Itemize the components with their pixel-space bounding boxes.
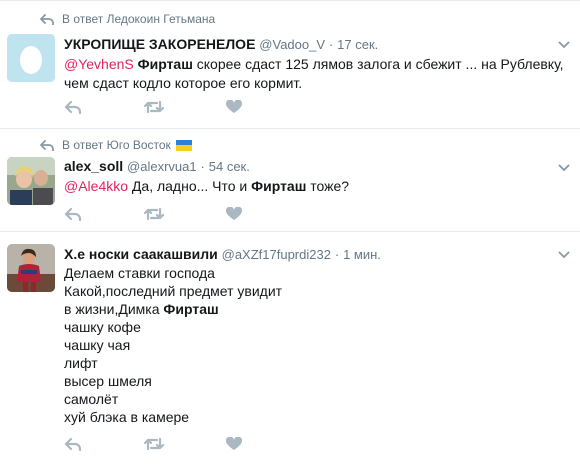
- tweet-actions: [64, 207, 242, 221]
- user-handle[interactable]: @Vadoo_V: [259, 37, 325, 52]
- like-icon[interactable]: [226, 207, 242, 221]
- tweet-line: @Ale4kko Да, ладно... Что и Фирташ тоже?: [64, 177, 564, 196]
- reply-icon[interactable]: [64, 207, 82, 221]
- keyword: Фирташ: [163, 301, 219, 317]
- tweet-line: чашку чая: [64, 337, 131, 353]
- user-handle[interactable]: @alexrvua1: [127, 159, 197, 174]
- retweet-icon[interactable]: [144, 100, 164, 114]
- tweet-line: @YevhenS Фирташ скорее сдаст 125 лямов з…: [64, 55, 564, 74]
- tweet-line: хуй блэка в камере: [64, 409, 190, 425]
- chevron-down-icon[interactable]: [558, 164, 570, 172]
- chevron-down-icon[interactable]: [558, 251, 570, 259]
- tweet-text: @YevhenS Фирташ скорее сдаст 125 лямов з…: [64, 55, 564, 93]
- reply-context-text: В ответ Юго Восток: [62, 138, 171, 152]
- text-segment: Да, ладно... Что и: [128, 178, 252, 194]
- display-name[interactable]: alex_soll: [64, 158, 123, 174]
- like-icon[interactable]: [226, 100, 242, 114]
- tweet-line: чем сдаст кодло которое его кормит.: [64, 75, 303, 91]
- tweet-line: в жизни,Димка Фирташ: [64, 300, 564, 318]
- reply-icon[interactable]: [64, 100, 82, 114]
- reply-icon[interactable]: [64, 437, 82, 451]
- avatar[interactable]: [7, 157, 55, 205]
- separator-dot: ·: [200, 159, 205, 174]
- tweet-header: УКРОПИЩЕ ЗАКОРЕНЕЛОЕ @Vadoo_V · 17 сек.: [64, 36, 378, 52]
- tweet[interactable]: В ответ Ледокоин Гетьмана УКРОПИЩЕ ЗАКОР…: [0, 0, 580, 129]
- keyword: Фирташ: [137, 56, 193, 72]
- tweet-line: Какой,последний предмет увидит: [64, 283, 283, 299]
- reply-context-icon: [40, 13, 54, 25]
- user-photo-avatar: [7, 244, 55, 292]
- separator-dot: ·: [334, 247, 340, 262]
- tweet-feed: В ответ Ледокоин Гетьмана УКРОПИЩЕ ЗАКОР…: [0, 0, 580, 464]
- tweet-header: Х.е носки саакашвили @aXZf17fuprdi232 · …: [64, 246, 381, 262]
- text-segment: скорее сдаст 125 лямов залога и сбежит .…: [192, 56, 564, 72]
- tweet-actions: [64, 437, 242, 451]
- separator-dot: ·: [328, 37, 334, 52]
- display-name[interactable]: Х.е носки саакашвили: [64, 246, 218, 262]
- keyword: Фирташ: [251, 178, 307, 194]
- display-name[interactable]: УКРОПИЩЕ ЗАКОРЕНЕЛОЕ: [64, 36, 255, 52]
- text-segment: тоже?: [306, 178, 350, 194]
- text-segment: в жизни,Димка: [64, 301, 164, 317]
- tweet-line: высер шмеля: [64, 373, 152, 389]
- tweet-actions: [64, 100, 242, 114]
- tweet-text: Делаем ставки господа Какой,последний пр…: [64, 264, 564, 426]
- tweet-line: Делаем ставки господа: [64, 265, 215, 281]
- reply-context[interactable]: В ответ Ледокоин Гетьмана: [40, 12, 215, 26]
- reply-context-icon: [40, 139, 54, 151]
- tweet-line: лифт: [64, 355, 98, 371]
- timestamp[interactable]: 1 мин.: [343, 247, 381, 262]
- reply-context-text: В ответ Ледокоин Гетьмана: [62, 12, 216, 26]
- tweet-line: самолёт: [64, 391, 119, 407]
- timestamp[interactable]: 54 сек.: [209, 159, 250, 174]
- avatar[interactable]: [7, 244, 55, 292]
- tweet[interactable]: Х.е носки саакашвили @aXZf17fuprdi232 · …: [0, 232, 580, 464]
- mention-link[interactable]: @Ale4kko: [64, 178, 128, 194]
- tweet-header: alex_soll @alexrvua1 · 54 сек.: [64, 158, 250, 174]
- user-handle[interactable]: @aXZf17fuprdi232: [222, 247, 331, 262]
- ukraine-flag-icon: [175, 139, 192, 151]
- tweet-line: чашку кофе: [64, 319, 141, 335]
- mention-link[interactable]: @YevhenS: [64, 56, 134, 72]
- tweet[interactable]: В ответ Юго Восток alex_soll @alexrvua1 …: [0, 129, 580, 232]
- like-icon[interactable]: [226, 437, 242, 451]
- default-egg-avatar-icon: [7, 34, 55, 82]
- user-photo-avatar: [7, 157, 55, 205]
- retweet-icon[interactable]: [144, 207, 164, 221]
- chevron-down-icon[interactable]: [558, 41, 570, 49]
- tweet-text: @Ale4kko Да, ладно... Что и Фирташ тоже?: [64, 177, 564, 196]
- avatar[interactable]: [7, 34, 55, 82]
- timestamp[interactable]: 17 сек.: [337, 37, 378, 52]
- retweet-icon[interactable]: [144, 437, 164, 451]
- reply-context[interactable]: В ответ Юго Восток: [40, 138, 192, 152]
